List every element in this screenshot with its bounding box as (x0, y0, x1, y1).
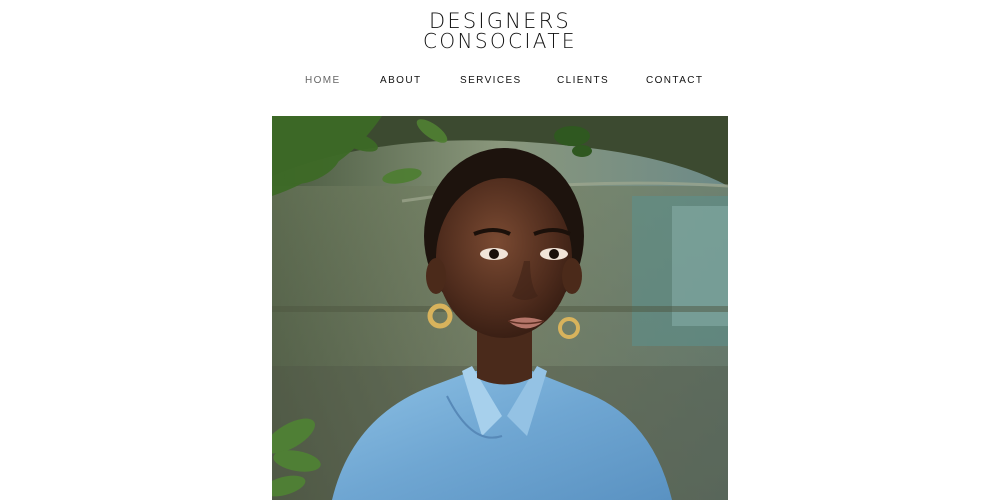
hero-portrait-image (272, 116, 728, 500)
portrait-illustration (272, 116, 728, 500)
nav-item-contact[interactable]: CONTACT (646, 75, 703, 87)
nav-item-clients[interactable]: CLIENTS (557, 75, 609, 87)
nav-item-about[interactable]: ABOUT (380, 75, 421, 87)
page: DESIGNERS CONSOCIATE HOME ABOUT SERVICES… (0, 0, 1000, 500)
nav-item-services[interactable]: SERVICES (460, 75, 522, 87)
logo-line-2: CONSOCIATE (423, 29, 577, 53)
main-nav: HOME ABOUT SERVICES CLIENTS CONTACT (0, 75, 1000, 89)
nav-item-home[interactable]: HOME (305, 75, 341, 87)
site-logo[interactable]: DESIGNERS CONSOCIATE (0, 10, 1000, 53)
